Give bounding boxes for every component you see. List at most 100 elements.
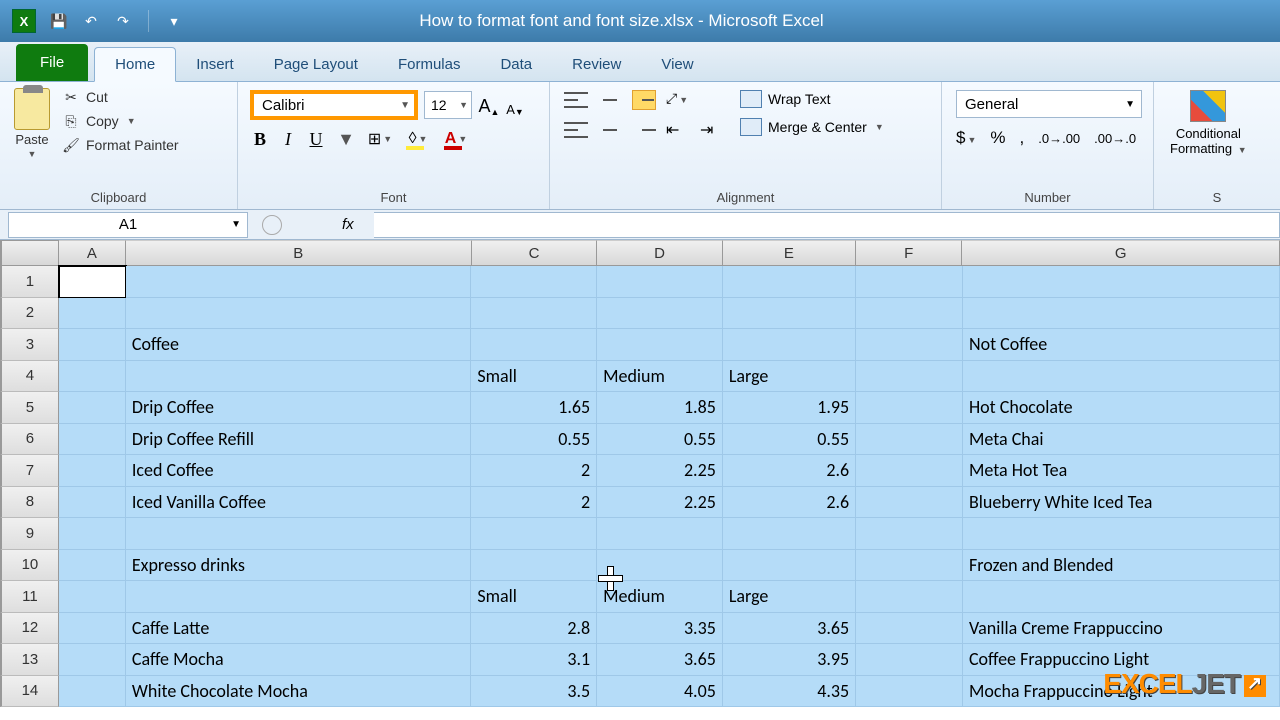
decrease-indent-button[interactable]: ⇤ (666, 120, 690, 140)
conditional-formatting-button[interactable]: Conditional Formatting ▼ (1160, 86, 1257, 160)
bold-button[interactable]: B (250, 129, 270, 149)
percent-button[interactable]: % (990, 128, 1005, 148)
cell-B6[interactable]: Drip Coffee Refill (126, 424, 472, 456)
cut-button[interactable]: ✂Cut (62, 88, 179, 106)
cell-C8[interactable]: 2 (471, 487, 597, 519)
cell-B5[interactable]: Drip Coffee (126, 392, 472, 424)
cell-B9[interactable] (126, 518, 472, 550)
tab-data[interactable]: Data (480, 48, 552, 81)
shrink-font-button[interactable]: A▼ (504, 93, 526, 117)
cell-C13[interactable]: 3.1 (471, 644, 597, 676)
increase-indent-button[interactable]: ⇥ (700, 120, 724, 140)
cell-E5[interactable]: 1.95 (723, 392, 856, 424)
paste-button[interactable]: Paste ▼ (6, 86, 58, 161)
align-bottom-button[interactable] (632, 90, 656, 110)
align-middle-button[interactable] (598, 90, 622, 110)
row-header[interactable]: 3 (0, 329, 59, 361)
font-name-input[interactable]: Calibri▼ (250, 90, 418, 120)
cell-D7[interactable]: 2.25 (597, 455, 723, 487)
underline-button[interactable]: U (306, 129, 326, 149)
decrease-decimal-button[interactable]: .00→.0 (1094, 131, 1136, 146)
grow-font-button[interactable]: A▲ (478, 93, 500, 117)
cell-A5[interactable] (59, 392, 126, 424)
cell-A6[interactable] (59, 424, 126, 456)
cell-B2[interactable] (126, 298, 472, 330)
cell-E7[interactable]: 2.6 (723, 455, 856, 487)
cell-C10[interactable] (471, 550, 597, 582)
cell-E13[interactable]: 3.95 (723, 644, 856, 676)
cell-F8[interactable] (856, 487, 963, 519)
cell-F2[interactable] (856, 298, 963, 330)
row-header[interactable]: 2 (0, 298, 59, 330)
cell-D10[interactable] (597, 550, 723, 582)
cell-A10[interactable] (59, 550, 126, 582)
cell-E2[interactable] (723, 298, 856, 330)
align-center-button[interactable] (598, 120, 622, 140)
cell-A4[interactable] (59, 361, 126, 393)
fx-icon[interactable]: fx (342, 216, 366, 233)
cell-B13[interactable]: Caffe Mocha (126, 644, 472, 676)
cell-B10[interactable]: Expresso drinks (126, 550, 472, 582)
align-top-button[interactable] (564, 90, 588, 110)
cell-C11[interactable]: Small (471, 581, 597, 613)
cell-E9[interactable] (723, 518, 856, 550)
cell-A9[interactable] (59, 518, 126, 550)
chevron-down-icon[interactable]: ▼ (459, 100, 468, 110)
cell-A14[interactable] (59, 676, 126, 708)
row-header[interactable]: 6 (0, 424, 59, 456)
cell-E11[interactable]: Large (723, 581, 856, 613)
cell-A13[interactable] (59, 644, 126, 676)
redo-icon[interactable]: ↷ (114, 12, 132, 30)
cell-B11[interactable] (126, 581, 472, 613)
cell-G5[interactable]: Hot Chocolate (963, 392, 1280, 424)
col-header-e[interactable]: E (723, 240, 856, 266)
row-header[interactable]: 12 (0, 613, 59, 645)
cell-G6[interactable]: Meta Chai (963, 424, 1280, 456)
comma-button[interactable]: , (1020, 128, 1025, 148)
row-header[interactable]: 13 (0, 644, 59, 676)
wrap-text-button[interactable]: Wrap Text (740, 90, 884, 108)
cell-D14[interactable]: 4.05 (597, 676, 723, 708)
cell-E14[interactable]: 4.35 (723, 676, 856, 708)
cell-F1[interactable] (856, 266, 963, 298)
row-header[interactable]: 4 (0, 361, 59, 393)
row-header[interactable]: 11 (0, 581, 59, 613)
cell-G2[interactable] (963, 298, 1280, 330)
font-size-input[interactable]: 12▼ (424, 91, 472, 119)
copy-button[interactable]: ⎘Copy▼ (62, 112, 179, 130)
qat-customize-icon[interactable]: ▾ (165, 12, 183, 30)
cell-F3[interactable] (856, 329, 963, 361)
cell-F14[interactable] (856, 676, 963, 708)
tab-view[interactable]: View (641, 48, 713, 81)
worksheet-grid[interactable]: A B C D E F G 123CoffeeNot Coffee4SmallM… (0, 240, 1280, 707)
cell-G8[interactable]: Blueberry White Iced Tea (963, 487, 1280, 519)
cell-A12[interactable] (59, 613, 126, 645)
cell-G11[interactable] (963, 581, 1280, 613)
orientation-button[interactable]: ⤢▼ (666, 90, 690, 110)
cell-E8[interactable]: 2.6 (723, 487, 856, 519)
font-color-button[interactable]: A▼ (442, 128, 470, 150)
tab-home[interactable]: Home (94, 47, 176, 82)
cell-C2[interactable] (471, 298, 597, 330)
italic-button[interactable]: I (278, 129, 298, 149)
cell-F4[interactable] (856, 361, 963, 393)
number-format-select[interactable]: General▼ (956, 90, 1142, 118)
cell-G9[interactable] (963, 518, 1280, 550)
col-header-a[interactable]: A (59, 240, 126, 266)
cell-G7[interactable]: Meta Hot Tea (963, 455, 1280, 487)
cancel-icon[interactable] (262, 215, 282, 235)
col-header-g[interactable]: G (962, 240, 1280, 266)
format-painter-button[interactable]: 🖌Format Painter (62, 136, 179, 154)
cell-B4[interactable] (126, 361, 472, 393)
cell-B12[interactable]: Caffe Latte (126, 613, 472, 645)
cell-D5[interactable]: 1.85 (597, 392, 723, 424)
cell-C14[interactable]: 3.5 (471, 676, 597, 708)
chevron-down-icon[interactable]: ▼ (1125, 99, 1135, 110)
save-icon[interactable]: 💾 (50, 12, 68, 30)
cell-G3[interactable]: Not Coffee (963, 329, 1280, 361)
cell-B14[interactable]: White Chocolate Mocha (126, 676, 472, 708)
cell-E6[interactable]: 0.55 (723, 424, 856, 456)
cell-A2[interactable] (59, 298, 126, 330)
cell-B8[interactable]: Iced Vanilla Coffee (126, 487, 472, 519)
tab-file[interactable]: File (16, 44, 88, 81)
